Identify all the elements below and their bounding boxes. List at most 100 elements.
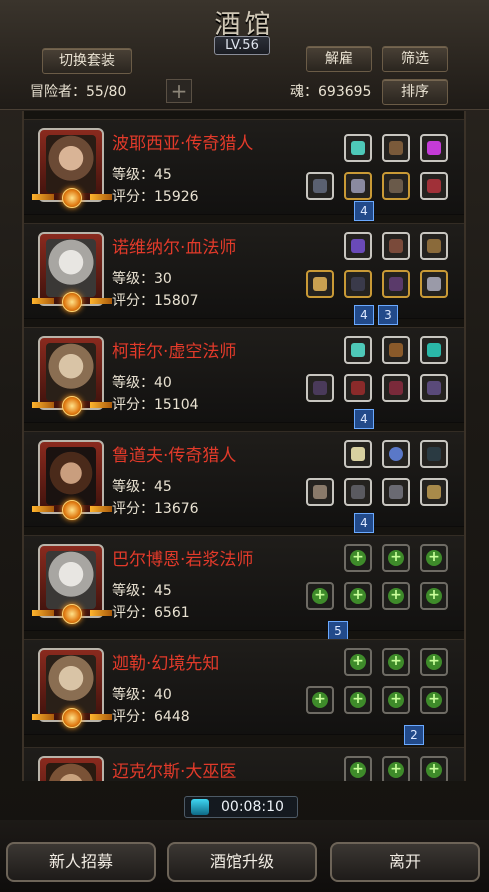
empty-slot[interactable]: + <box>420 544 448 572</box>
refresh-timer: 00:08:10 <box>184 796 298 818</box>
hero-name: 鲁道夫·传奇猎人 <box>112 446 237 466</box>
gem-slot[interactable] <box>382 440 410 468</box>
hero-level: 等级：40 <box>112 687 172 703</box>
gear-slot[interactable] <box>306 478 334 506</box>
hero-card[interactable]: 鲁道夫·传奇猎人 等级：45 评分：13676 <box>24 431 464 527</box>
ring-slot[interactable] <box>420 270 448 298</box>
hero-name: 迈克尔斯·大巫医 <box>112 762 237 781</box>
empty-slot[interactable]: + <box>382 582 410 610</box>
hero-card[interactable]: 迦勒·幻境先知 等级：40 评分：6448 + + + + + + + <box>24 639 464 735</box>
empty-slot[interactable]: + <box>382 544 410 572</box>
dismiss-button[interactable]: 解雇 <box>306 46 372 72</box>
rank-medal-icon <box>62 708 82 728</box>
empty-slot[interactable]: + <box>382 686 410 714</box>
ring-slot[interactable] <box>420 374 448 402</box>
hero-score: 评分：15926 <box>112 189 199 205</box>
filter-button[interactable]: 筛选 <box>382 46 448 72</box>
empty-slot[interactable]: + <box>306 582 334 610</box>
hero-level: 等级：45 <box>112 479 172 495</box>
switch-outfit-button[interactable]: 切换套装 <box>42 48 132 74</box>
hero-card[interactable]: 波耶西亚·传奇猎人 等级：45 评分：15926 <box>24 119 464 215</box>
hero-portrait[interactable] <box>32 336 112 416</box>
leave-button[interactable]: 离开 <box>330 842 480 882</box>
hero-level: 等级：40 <box>112 375 172 391</box>
ring-slot[interactable] <box>420 478 448 506</box>
hero-portrait[interactable] <box>38 756 104 781</box>
hero-card[interactable]: 迈克尔斯·大巫医 + + + <box>24 747 464 781</box>
helm-slot[interactable] <box>382 374 410 402</box>
timer-icon <box>191 799 209 815</box>
timer-value: 00:08:10 <box>221 799 284 815</box>
rank-medal-icon <box>62 500 82 520</box>
empty-slot[interactable]: + <box>382 756 410 781</box>
gem-slot[interactable] <box>420 336 448 364</box>
hero-portrait[interactable] <box>32 440 112 520</box>
amulet-slot[interactable] <box>344 336 372 364</box>
hero-portrait[interactable] <box>32 648 112 728</box>
recruit-button[interactable]: 新人招募 <box>6 842 156 882</box>
gear-slot[interactable] <box>306 374 334 402</box>
hero-level: 等级：45 <box>112 583 172 599</box>
soul-count: 魂：693695 <box>290 84 372 100</box>
empty-slot[interactable]: + <box>344 686 372 714</box>
set-count-badge: 5 <box>328 621 348 641</box>
helm-slot[interactable] <box>382 478 410 506</box>
empty-slot[interactable]: + <box>382 648 410 676</box>
weapon-slot[interactable] <box>382 336 410 364</box>
gem-slot[interactable] <box>420 134 448 162</box>
helm-slot[interactable] <box>382 270 410 298</box>
hero-name: 迦勒·幻境先知 <box>112 654 220 674</box>
hero-card[interactable]: 诺维纳尔·血法师 等级：30 评分：15807 <box>24 223 464 319</box>
hero-name: 柯菲尔·虚空法师 <box>112 342 237 362</box>
empty-slot[interactable]: + <box>344 544 372 572</box>
helm-slot[interactable] <box>382 172 410 200</box>
armor-slot[interactable] <box>344 270 372 298</box>
upgrade-tavern-button[interactable]: 酒馆升级 <box>167 842 317 882</box>
empty-slot[interactable]: + <box>420 686 448 714</box>
empty-slot[interactable]: + <box>420 648 448 676</box>
empty-slot[interactable]: + <box>344 582 372 610</box>
hero-portrait[interactable] <box>32 128 112 208</box>
empty-slot[interactable]: + <box>344 648 372 676</box>
armor-slot[interactable] <box>344 172 372 200</box>
hero-portrait[interactable] <box>32 232 112 312</box>
empty-slot[interactable]: + <box>306 686 334 714</box>
hero-score: 评分：13676 <box>112 501 199 517</box>
level-badge: LV.56 <box>214 36 270 55</box>
amulet-slot[interactable] <box>344 134 372 162</box>
weapon-slot[interactable] <box>420 232 448 260</box>
weapon-slot[interactable] <box>382 134 410 162</box>
rank-medal-icon <box>62 188 82 208</box>
gear-slot[interactable] <box>306 172 334 200</box>
rank-medal-icon <box>62 396 82 416</box>
set-count-badge: 4 <box>354 305 374 325</box>
empty-slot[interactable]: + <box>420 756 448 781</box>
sort-button[interactable]: 排序 <box>382 79 448 105</box>
hero-list[interactable]: 波耶西亚·传奇猎人 等级：45 评分：15926 4 诺维纳尔·血法师 等级：3… <box>22 111 466 781</box>
ring-slot[interactable] <box>420 172 448 200</box>
amulet-slot[interactable] <box>344 440 372 468</box>
empty-slot[interactable]: + <box>344 756 372 781</box>
armor-slot[interactable] <box>344 374 372 402</box>
hero-score: 评分：6561 <box>112 605 190 621</box>
set-count-badge: 4 <box>354 201 374 221</box>
hero-score: 评分：15807 <box>112 293 199 309</box>
hero-portrait[interactable] <box>32 544 112 624</box>
hero-score: 评分：6448 <box>112 709 190 725</box>
hero-name: 巴尔博恩·岩浆法师 <box>112 550 254 570</box>
rank-medal-icon <box>62 292 82 312</box>
set-count-badge: 4 <box>354 513 374 533</box>
set-count-badge: 2 <box>404 725 424 745</box>
armor-slot[interactable] <box>344 478 372 506</box>
hero-card[interactable]: 柯菲尔·虚空法师 等级：40 评分：15104 <box>24 327 464 423</box>
amulet-slot[interactable] <box>344 232 372 260</box>
adventurer-count: 冒险者：55/80 <box>30 84 127 100</box>
hero-card[interactable]: 巴尔博恩·岩浆法师 等级：45 评分：6561 + + + + + + + <box>24 535 464 631</box>
gem-slot[interactable] <box>382 232 410 260</box>
hero-level: 等级：45 <box>112 167 172 183</box>
gear-slot[interactable] <box>306 270 334 298</box>
weapon-slot[interactable] <box>420 440 448 468</box>
add-adventurer-button[interactable]: + <box>166 79 192 103</box>
empty-slot[interactable]: + <box>420 582 448 610</box>
hero-name: 波耶西亚·传奇猎人 <box>112 134 254 154</box>
